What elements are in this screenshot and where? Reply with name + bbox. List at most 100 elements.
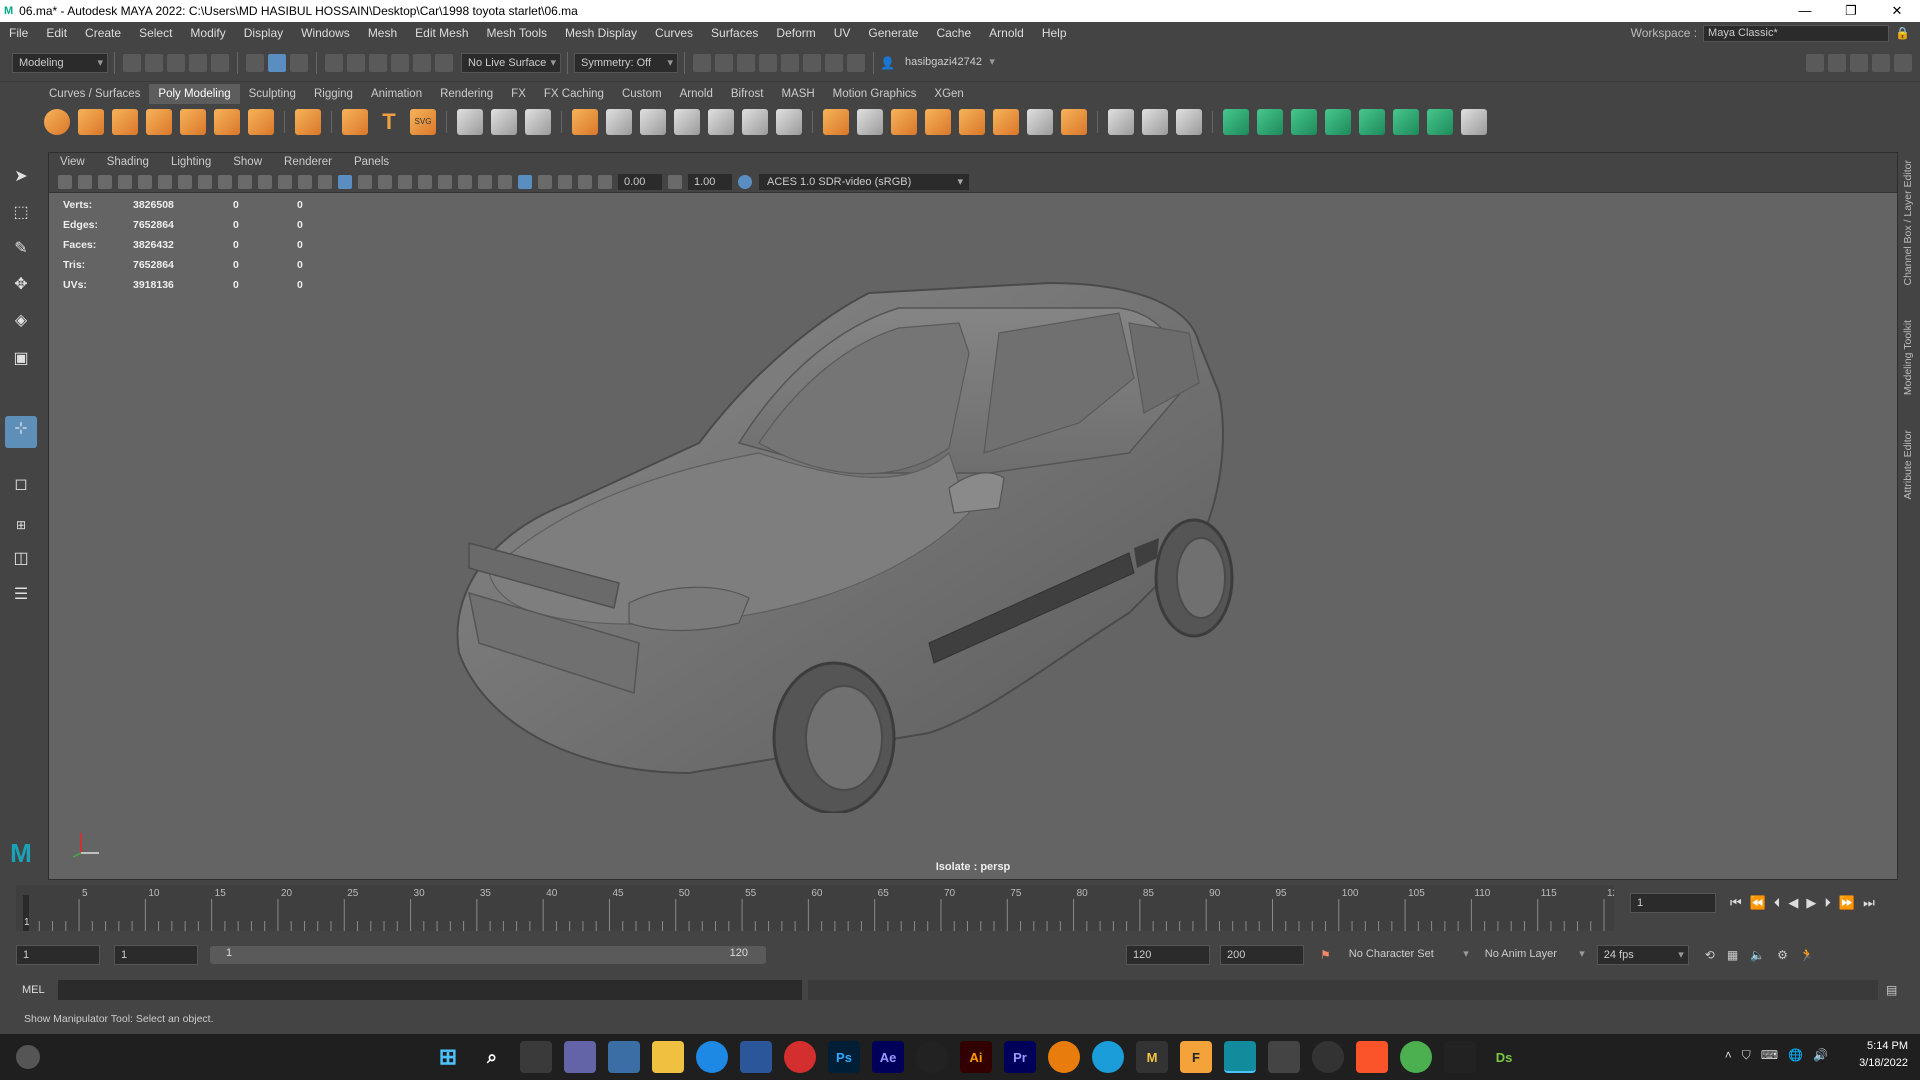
poly-sphere-icon[interactable] xyxy=(44,109,70,135)
four-view-layout-icon[interactable]: ⊞ xyxy=(8,512,34,538)
character-set-dropdown[interactable]: No Character Set xyxy=(1342,945,1473,965)
keyboard-icon[interactable]: ⌨ xyxy=(1761,1048,1778,1063)
motion-blur-icon[interactable] xyxy=(458,174,472,189)
poly-torus-icon[interactable] xyxy=(180,109,206,135)
resolution-gate-icon[interactable] xyxy=(218,174,232,189)
panel-menu-show[interactable]: Show xyxy=(222,156,273,168)
channel-box-icon[interactable] xyxy=(1872,53,1890,72)
snap-grid-icon[interactable] xyxy=(325,53,343,72)
go-to-start-icon[interactable]: ⏮ xyxy=(1730,895,1742,911)
poly-cone-icon[interactable] xyxy=(146,109,172,135)
chrome-browser-icon[interactable] xyxy=(1400,1041,1432,1073)
new-scene-icon[interactable] xyxy=(123,53,141,72)
automatic-mapping-icon[interactable] xyxy=(1325,109,1351,135)
make-live-icon[interactable] xyxy=(435,53,453,72)
attribute-editor-icon[interactable] xyxy=(1828,53,1846,72)
render-settings-icon[interactable] xyxy=(759,53,777,72)
screen-space-ao-icon[interactable] xyxy=(438,174,452,189)
modeling-toolkit-tab[interactable]: Modeling Toolkit xyxy=(1902,320,1914,395)
grease-pencil-icon[interactable] xyxy=(158,174,172,189)
modeling-toolkit-icon[interactable] xyxy=(1806,53,1824,72)
opera-browser-icon[interactable] xyxy=(784,1041,816,1073)
step-back-frame-icon[interactable]: ⏪ xyxy=(1750,895,1766,911)
gamma-field[interactable]: 1.00 xyxy=(688,173,732,190)
multi-cut-icon[interactable] xyxy=(857,109,883,135)
shelf-tab-sculpting[interactable]: Sculpting xyxy=(240,84,305,104)
paint-select-tool-icon[interactable]: ✎ xyxy=(8,236,34,262)
poly-cylinder-icon[interactable] xyxy=(112,109,138,135)
menu-mesh-tools[interactable]: Mesh Tools xyxy=(478,26,556,40)
type-text-icon[interactable]: T xyxy=(376,109,402,135)
circularize-icon[interactable] xyxy=(1061,109,1087,135)
obs-icon[interactable] xyxy=(1312,1041,1344,1073)
volume-icon[interactable]: 🔊 xyxy=(1813,1048,1828,1063)
isolate-select-icon[interactable] xyxy=(518,174,532,189)
redo-icon[interactable] xyxy=(211,53,229,72)
show-hidden-icons-icon[interactable]: ˄ xyxy=(1725,1048,1732,1063)
scale-tool-icon[interactable]: ▣ xyxy=(8,346,34,372)
poke-icon[interactable] xyxy=(959,109,985,135)
target-weld-icon[interactable] xyxy=(1027,109,1053,135)
car-model[interactable] xyxy=(429,213,1489,813)
end-time-field[interactable]: 200 xyxy=(1220,945,1304,965)
panel-menu-panels[interactable]: Panels xyxy=(343,156,400,168)
menu-cache[interactable]: Cache xyxy=(927,26,980,40)
clock[interactable]: 5:14 PM 3/18/2022 xyxy=(1859,1038,1908,1072)
arnold-render-icon[interactable] xyxy=(825,53,843,72)
play-back-icon[interactable]: ◀ xyxy=(1788,895,1798,911)
play-forward-icon[interactable]: ▶ xyxy=(1806,895,1816,911)
cut-uv-icon[interactable] xyxy=(1427,109,1453,135)
xray-icon[interactable] xyxy=(538,174,552,189)
unfold-icon[interactable] xyxy=(1359,109,1385,135)
mel-input[interactable] xyxy=(58,980,802,1000)
defender-icon[interactable]: ⛉ xyxy=(1742,1048,1751,1063)
open-scene-icon[interactable] xyxy=(145,53,163,72)
menu-edit-mesh[interactable]: Edit Mesh xyxy=(406,26,477,40)
run-icon[interactable]: 🏃 xyxy=(1800,948,1815,962)
maya-taskbar-icon[interactable] xyxy=(1224,1041,1256,1073)
panel-menu-shading[interactable]: Shading xyxy=(96,156,160,168)
menu-curves[interactable]: Curves xyxy=(646,26,702,40)
menu-windows[interactable]: Windows xyxy=(292,26,359,40)
anim-layer-dropdown[interactable]: No Anim Layer xyxy=(1478,945,1589,965)
weather-widget-icon[interactable] xyxy=(16,1045,40,1069)
mirror-icon[interactable] xyxy=(606,109,632,135)
shelf-tab-bifrost[interactable]: Bifrost xyxy=(722,84,773,104)
blender-icon[interactable] xyxy=(1048,1041,1080,1073)
menu-select[interactable]: Select xyxy=(130,26,181,40)
bevel-icon[interactable] xyxy=(708,109,734,135)
boolean-icon[interactable] xyxy=(572,109,598,135)
edge-browser-icon[interactable] xyxy=(696,1041,728,1073)
snap-curve-icon[interactable] xyxy=(347,53,365,72)
menu-create[interactable]: Create xyxy=(76,26,130,40)
live-surface-field[interactable]: No Live Surface xyxy=(461,52,561,73)
shelf-tab-fx-caching[interactable]: FX Caching xyxy=(535,84,613,104)
pause-icon[interactable] xyxy=(847,53,865,72)
menu-help[interactable]: Help xyxy=(1033,26,1076,40)
after-effects-icon[interactable]: Ae xyxy=(872,1041,904,1073)
close-button[interactable]: ✕ xyxy=(1874,3,1920,19)
save-scene-icon[interactable] xyxy=(167,53,185,72)
poly-plane-icon[interactable] xyxy=(214,109,240,135)
current-frame-field[interactable]: 1 xyxy=(1630,893,1716,913)
field-chart-icon[interactable] xyxy=(258,174,272,189)
attribute-editor-tab[interactable]: Attribute Editor xyxy=(1902,430,1914,499)
daz-studio-icon[interactable]: Ds xyxy=(1488,1041,1520,1073)
task-view-icon[interactable] xyxy=(520,1041,552,1073)
step-back-key-icon[interactable]: ⏴ xyxy=(1774,895,1781,911)
symmetry-dropdown[interactable]: Symmetry: Off xyxy=(574,52,678,73)
loop-icon[interactable]: ⟲ xyxy=(1705,948,1715,962)
cached-playback-icon[interactable]: ▦ xyxy=(1727,948,1738,962)
viewport-panel[interactable]: View Shading Lighting Show Renderer Pane… xyxy=(48,152,1898,880)
outliner-layout-icon[interactable]: ☰ xyxy=(8,582,34,608)
show-manipulator-tool-icon[interactable]: ⊹ xyxy=(5,416,37,448)
image-plane-icon[interactable] xyxy=(118,174,132,189)
script-editor-icon[interactable]: ▤ xyxy=(1886,983,1897,997)
film-gate-icon[interactable] xyxy=(198,174,212,189)
shelf-tab-curves-surfaces[interactable]: Curves / Surfaces xyxy=(40,84,149,104)
wedge-icon[interactable] xyxy=(993,109,1019,135)
safe-action-icon[interactable] xyxy=(278,174,292,189)
menu-generate[interactable]: Generate xyxy=(859,26,927,40)
marmoset-icon[interactable]: M xyxy=(1136,1041,1168,1073)
zbrush-icon[interactable] xyxy=(1268,1041,1300,1073)
